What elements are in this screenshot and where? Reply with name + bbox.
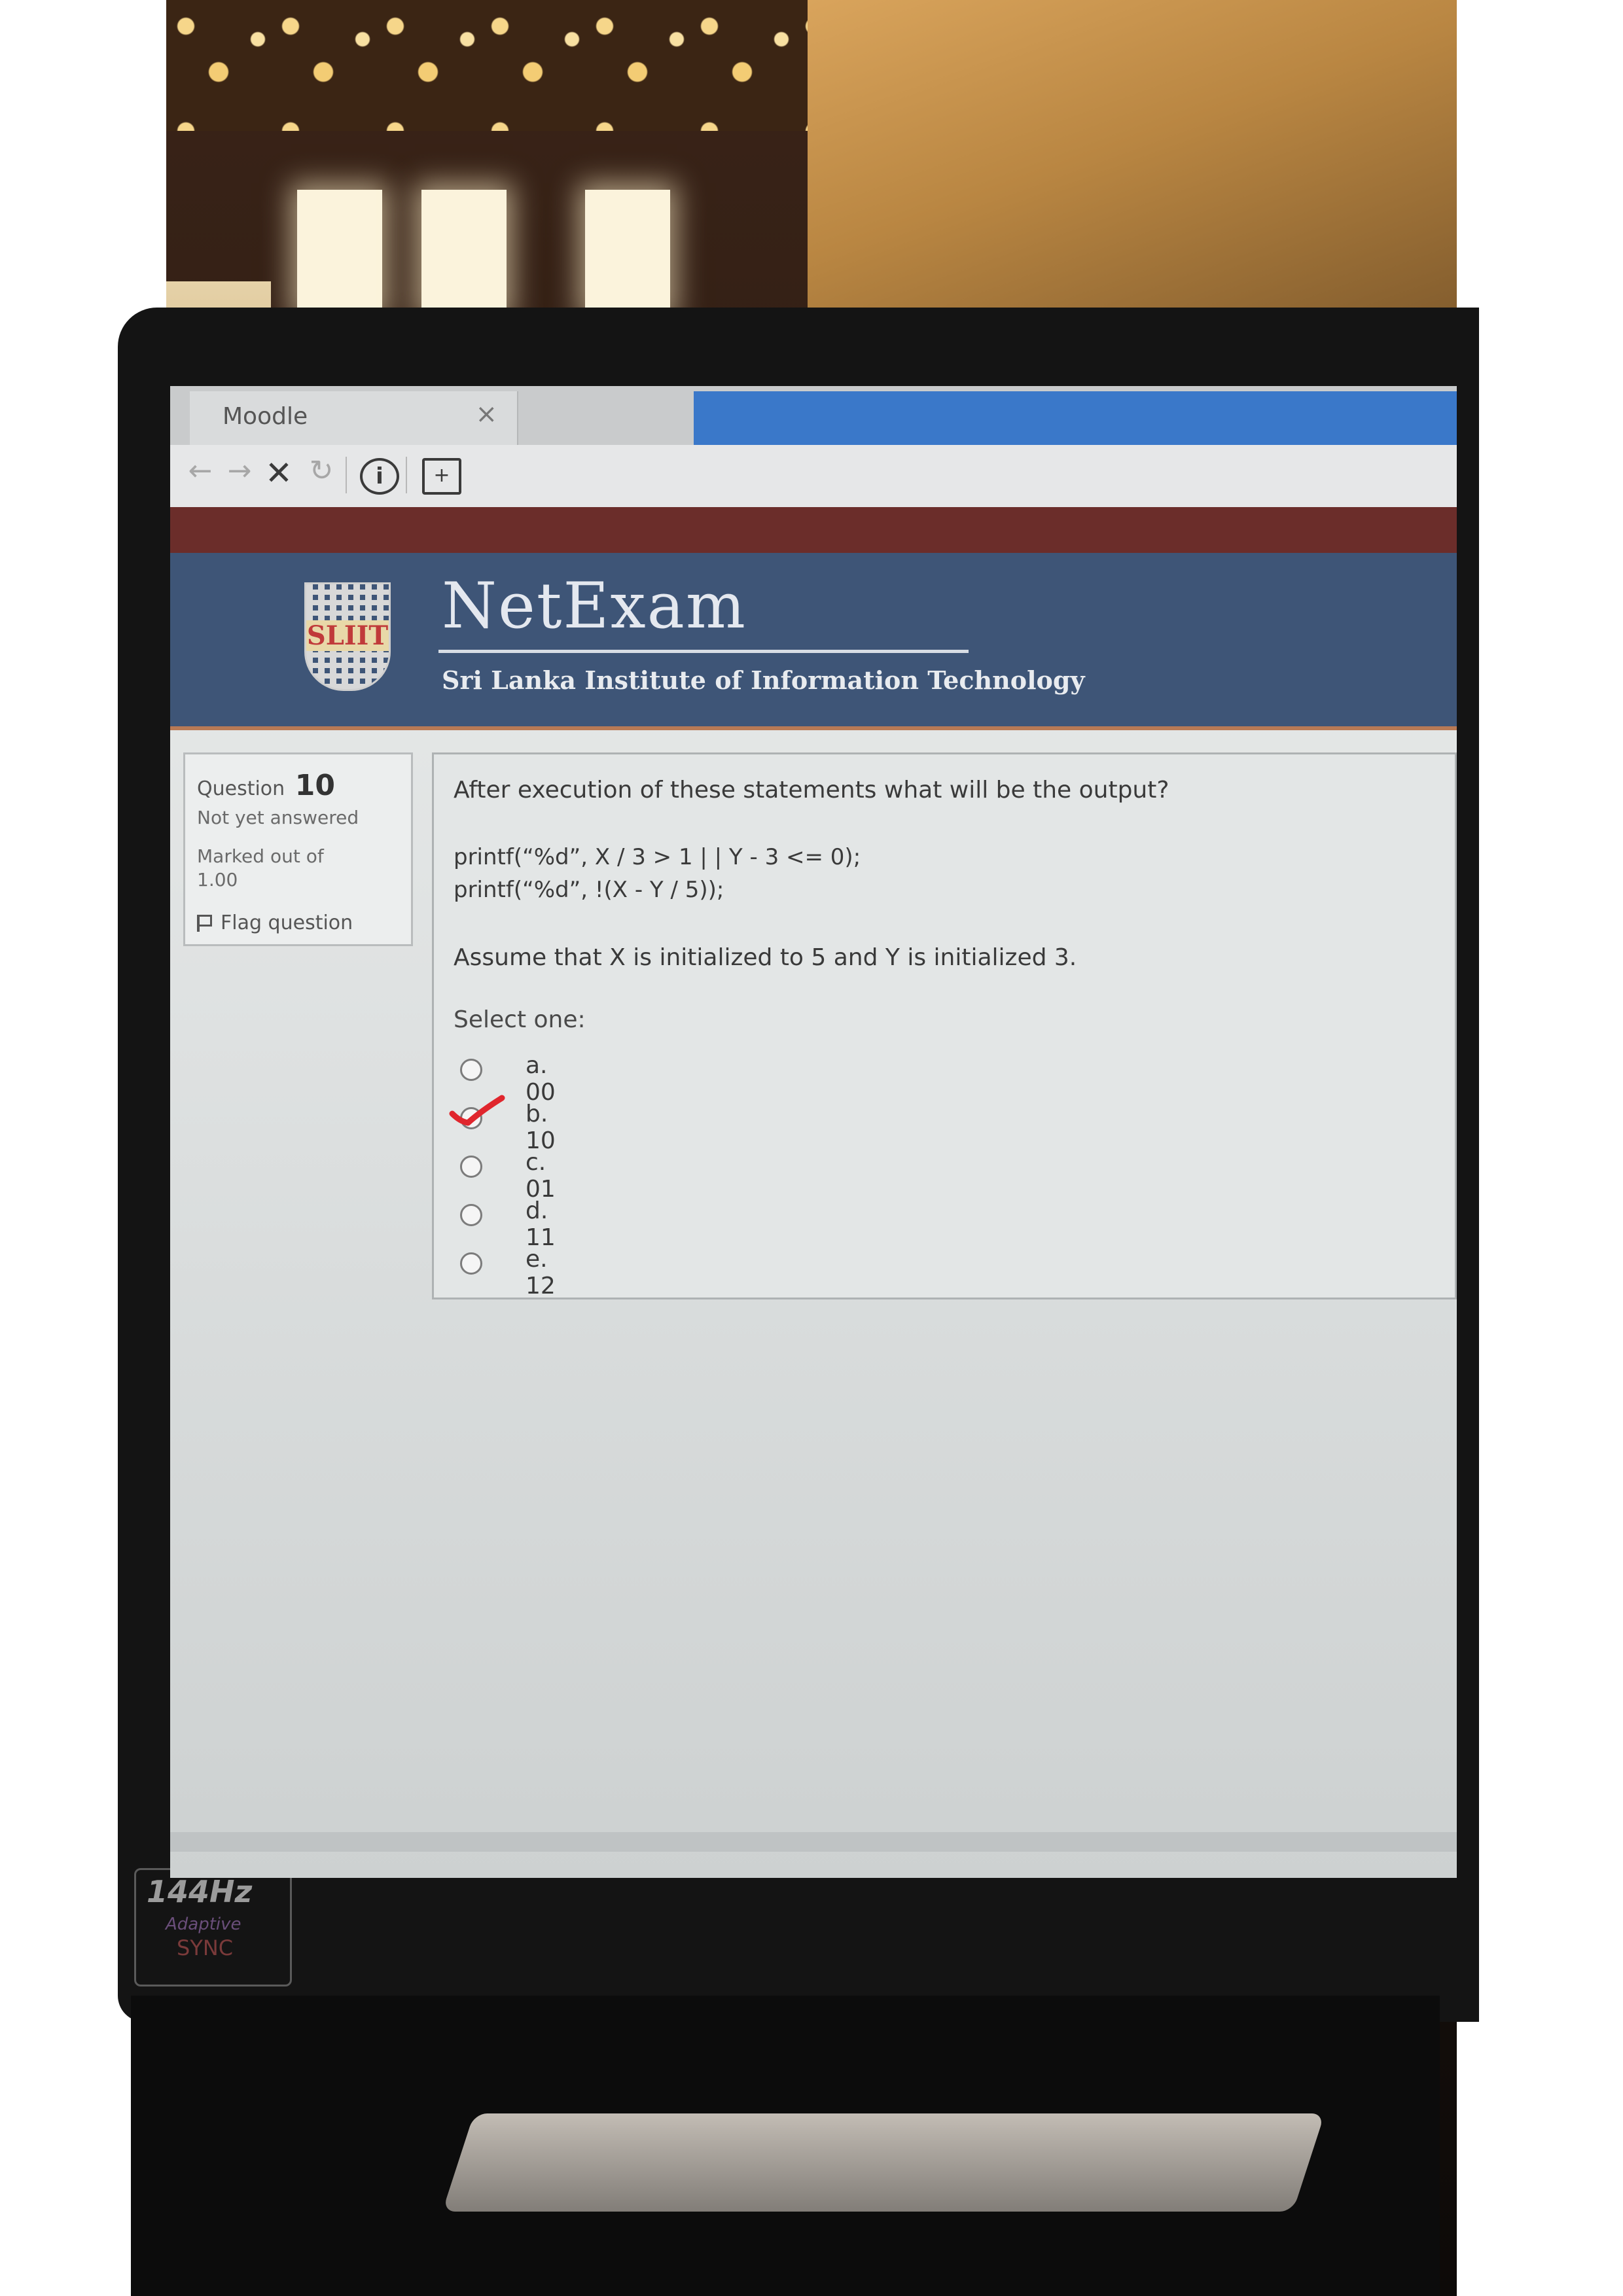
radio-button[interactable] bbox=[460, 1252, 482, 1275]
question-state: Not yet answered bbox=[197, 807, 359, 828]
handwritten-tick-icon bbox=[449, 1095, 505, 1126]
option-label: c. 01 bbox=[526, 1149, 556, 1203]
page-icon[interactable]: + bbox=[422, 458, 461, 495]
radio-button[interactable] bbox=[460, 1156, 482, 1178]
tab-close-icon[interactable]: × bbox=[475, 399, 497, 429]
info-icon[interactable]: i bbox=[360, 458, 399, 495]
laptop-screen: Moodle × ← → ✕ ↻ i + SLIIT NetExam Sri L… bbox=[170, 386, 1457, 1878]
question-text: After execution of these statements what… bbox=[454, 777, 1169, 804]
forward-arrow-icon[interactable]: → bbox=[223, 454, 257, 495]
code-line: printf(“%d”, X / 3 > 1 | | Y - 3 <= 0); bbox=[454, 844, 861, 870]
wall bbox=[808, 0, 1457, 340]
flag-question-label: Flag question bbox=[221, 911, 353, 934]
title-underline bbox=[438, 650, 969, 653]
code-line: printf(“%d”, !(X - Y / 5)); bbox=[454, 877, 724, 903]
logo-text: SLIIT bbox=[306, 620, 389, 651]
tab-strip-accent bbox=[694, 391, 1457, 445]
option-label: a. 00 bbox=[526, 1052, 556, 1106]
refresh-rate-badge: 144Hz Adaptive SYNC bbox=[134, 1868, 292, 1987]
question-content: After execution of these statements what… bbox=[432, 752, 1457, 1299]
question-label: Question bbox=[197, 777, 285, 800]
badge-hz: 144Hz bbox=[147, 1874, 253, 1909]
select-one-prompt: Select one: bbox=[454, 1006, 586, 1033]
back-arrow-icon[interactable]: ← bbox=[183, 454, 217, 495]
question-assumption: Assume that X is initialized to 5 and Y … bbox=[454, 944, 1077, 971]
reload-icon[interactable]: ↻ bbox=[304, 454, 338, 495]
sliit-logo: SLIIT bbox=[304, 582, 391, 691]
window-light bbox=[585, 190, 670, 314]
nav-divider bbox=[406, 457, 407, 493]
option-label: b. 10 bbox=[526, 1101, 556, 1154]
hinge-glare bbox=[442, 2113, 1325, 2212]
question-info-panel: Question 10 Not yet answered Marked out … bbox=[183, 752, 413, 946]
badge-adaptive: Adaptive bbox=[166, 1915, 241, 1934]
question-marks: Marked out of 1.00 bbox=[197, 845, 324, 892]
question-number: 10 bbox=[294, 769, 335, 802]
window-light bbox=[297, 190, 382, 314]
carved-lattice bbox=[166, 0, 821, 131]
question-code: printf(“%d”, X / 3 > 1 | | Y - 3 <= 0); … bbox=[454, 841, 861, 906]
flag-icon bbox=[197, 915, 213, 932]
site-subtitle: Sri Lanka Institute of Information Techn… bbox=[442, 665, 1085, 695]
badge-sync: SYNC bbox=[177, 1935, 234, 1960]
site-header: SLIIT NetExam Sri Lanka Institute of Inf… bbox=[170, 553, 1457, 730]
site-title: NetExam bbox=[442, 569, 747, 643]
top-color-bar bbox=[170, 507, 1457, 553]
browser-tab-bar: Moodle × bbox=[170, 386, 1457, 445]
browser-nav-bar: ← → ✕ ↻ i + bbox=[170, 445, 1457, 508]
option-label: d. 11 bbox=[526, 1197, 556, 1251]
nav-divider bbox=[346, 457, 347, 493]
radio-button[interactable] bbox=[460, 1204, 482, 1226]
option-label: e. 12 bbox=[526, 1246, 556, 1299]
question-number-label: Question 10 bbox=[197, 769, 335, 802]
browser-tab[interactable]: Moodle × bbox=[190, 391, 518, 445]
marks-value: 1.00 bbox=[197, 869, 238, 891]
radio-button[interactable] bbox=[460, 1059, 482, 1081]
horizontal-scrollbar[interactable] bbox=[170, 1832, 1457, 1852]
tab-title: Moodle bbox=[223, 403, 308, 430]
stop-icon[interactable]: ✕ bbox=[262, 454, 296, 495]
window-light bbox=[421, 190, 507, 314]
marks-label: Marked out of bbox=[197, 845, 324, 867]
flag-question-link[interactable]: Flag question bbox=[197, 911, 353, 934]
